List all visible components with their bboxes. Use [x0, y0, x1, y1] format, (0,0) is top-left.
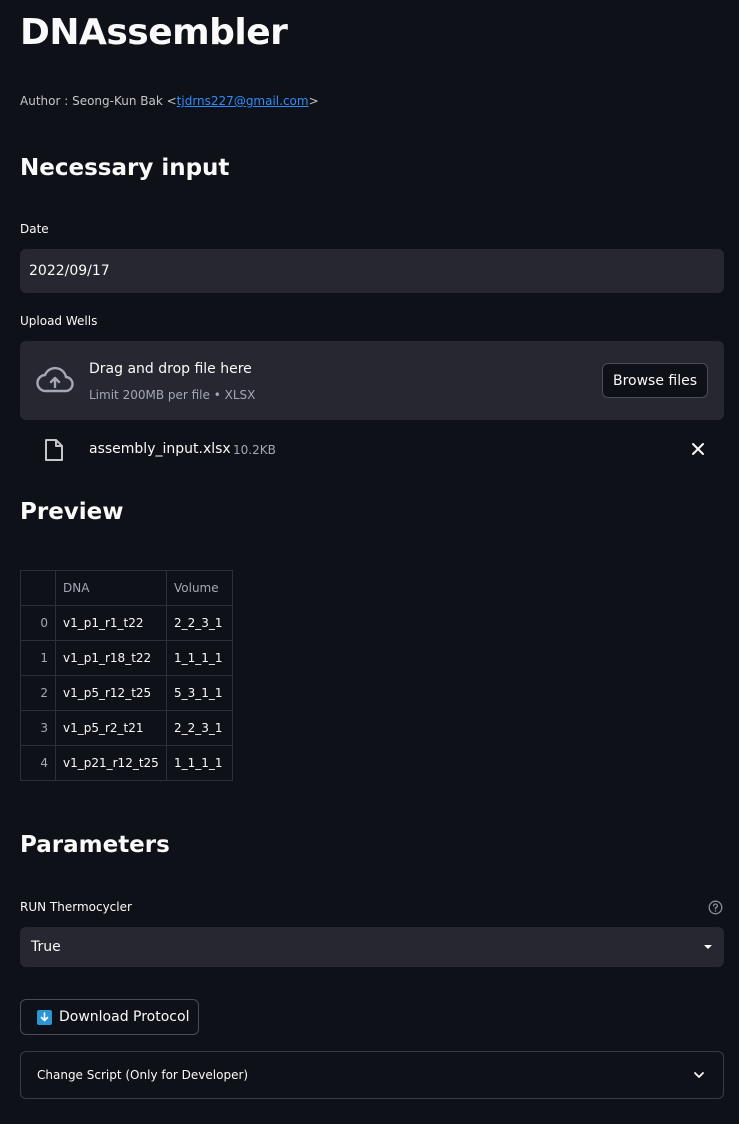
dropzone-limit-text: Limit 200MB per file • XLSX: [89, 388, 256, 402]
cell-volume[interactable]: 2_2_3_1: [166, 605, 233, 641]
upload-label: Upload Wells: [20, 314, 98, 328]
download-icon: [37, 1009, 52, 1025]
table-row: 3 v1_p5_r2_t21 2_2_3_1: [20, 710, 233, 746]
uploaded-file-size: 10.2KB: [233, 443, 276, 457]
author-line: Author : Seong-Kun Bak <tjdrns227@gmail.…: [20, 94, 319, 108]
cell-dna[interactable]: v1_p1_r18_t22: [55, 640, 167, 676]
date-label: Date: [20, 222, 49, 236]
section-heading-parameters: Parameters: [20, 832, 170, 858]
caret-down-icon: [704, 945, 712, 949]
table-row: 0 v1_p1_r1_t22 2_2_3_1: [20, 605, 233, 641]
help-icon[interactable]: [708, 900, 723, 915]
uploaded-file-row: assembly_input.xlsx 10.2KB: [20, 432, 724, 468]
table-row: 1 v1_p1_r18_t22 1_1_1_1: [20, 640, 233, 676]
thermocycler-selected-value: True: [31, 939, 61, 955]
dropzone-instructions: Drag and drop file here: [89, 361, 252, 377]
uploaded-file-name: assembly_input.xlsx: [89, 441, 231, 457]
close-icon[interactable]: [690, 441, 706, 457]
section-heading-necessary-input: Necessary input: [20, 155, 230, 181]
cell-volume[interactable]: 1_1_1_1: [166, 640, 233, 676]
developer-script-expander[interactable]: Change Script (Only for Developer): [20, 1051, 724, 1099]
cell-volume[interactable]: 5_3_1_1: [166, 675, 233, 711]
table-header-row: DNA Volume: [20, 570, 233, 606]
column-header-volume[interactable]: Volume: [166, 570, 233, 606]
cloud-upload-icon: [36, 366, 74, 393]
browse-files-button[interactable]: Browse files: [602, 363, 708, 398]
cell-dna[interactable]: v1_p1_r1_t22: [55, 605, 167, 641]
section-heading-preview: Preview: [20, 499, 124, 525]
author-email-link[interactable]: tjdrns227@gmail.com: [177, 94, 309, 108]
cell-dna[interactable]: v1_p5_r2_t21: [55, 710, 167, 746]
file-icon: [45, 439, 63, 461]
download-protocol-button[interactable]: Download Protocol: [20, 999, 199, 1035]
cell-volume[interactable]: 1_1_1_1: [166, 745, 233, 781]
author-prefix: Author : Seong-Kun Bak <: [20, 94, 177, 108]
table-row: 4 v1_p21_r12_t25 1_1_1_1: [20, 745, 233, 781]
row-index: 2: [20, 675, 56, 711]
download-protocol-label: Download Protocol: [59, 1009, 190, 1025]
app-title: DNAssembler: [20, 12, 288, 53]
cell-volume[interactable]: 2_2_3_1: [166, 710, 233, 746]
file-dropzone[interactable]: Drag and drop file here Limit 200MB per …: [20, 341, 724, 420]
chevron-down-icon: [694, 1072, 704, 1078]
cell-dna[interactable]: v1_p21_r12_t25: [55, 745, 167, 781]
thermocycler-select[interactable]: True: [20, 927, 724, 967]
date-input[interactable]: 2022/09/17: [20, 249, 724, 293]
row-index: 4: [20, 745, 56, 781]
table-row: 2 v1_p5_r12_t25 5_3_1_1: [20, 675, 233, 711]
author-suffix: >: [308, 94, 319, 108]
preview-table: DNA Volume 0 v1_p1_r1_t22 2_2_3_1 1 v1_p…: [20, 570, 233, 781]
row-index: 1: [20, 640, 56, 676]
thermocycler-label: RUN Thermocycler: [20, 900, 132, 914]
expander-label: Change Script (Only for Developer): [37, 1068, 249, 1082]
row-index: 0: [20, 605, 56, 641]
row-index: 3: [20, 710, 56, 746]
cell-dna[interactable]: v1_p5_r12_t25: [55, 675, 167, 711]
column-header-dna[interactable]: DNA: [55, 570, 167, 606]
column-header-index: [20, 570, 56, 606]
